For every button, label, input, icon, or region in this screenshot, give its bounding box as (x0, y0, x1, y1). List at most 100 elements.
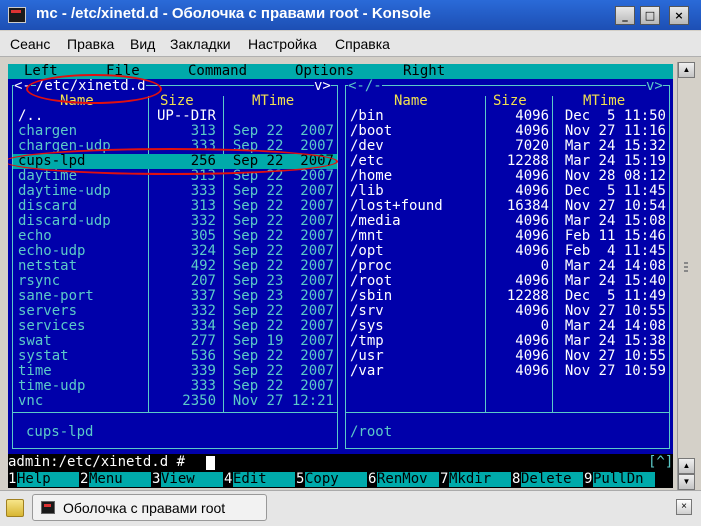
window-titlebar[interactable]: mc - /etc/xinetd.d - Оболочка с правами … (0, 0, 701, 30)
left-row-name[interactable]: systat (18, 349, 69, 364)
fkey-help-button[interactable]: Help (17, 472, 79, 487)
mc-menu-command[interactable]: Command (188, 64, 247, 79)
menu-settings[interactable]: Настройка (248, 36, 317, 52)
menubar: Сеанс Правка Вид Закладки Настройка Спра… (0, 31, 701, 57)
fkey-copy-button[interactable]: Copy (305, 472, 367, 487)
left-row-date: Sep 19 2007 (232, 333, 334, 349)
left-row-name[interactable]: /.. (18, 109, 43, 124)
right-row-name[interactable]: /etc (350, 154, 384, 169)
left-row-name[interactable]: netstat (18, 259, 77, 274)
left-row-name[interactable]: daytime-udp (18, 184, 111, 199)
left-row-date: Sep 22 2007 (232, 378, 334, 394)
left-row-name[interactable]: echo (18, 229, 52, 244)
left-row-name[interactable]: swat (18, 334, 52, 349)
fkey-view-button[interactable]: View (161, 472, 223, 487)
scroll-down-icon[interactable]: ▼ (678, 474, 695, 490)
left-row-name[interactable]: time-udp (18, 379, 85, 394)
cursor (206, 456, 215, 470)
mc-menu-right[interactable]: Right (403, 64, 445, 79)
right-row-name[interactable]: /media (350, 214, 401, 229)
fkey-number: 4 (224, 471, 233, 487)
maximize-button[interactable]: □ (640, 6, 660, 25)
right-row-date: Mar 24 14:08 (564, 258, 666, 274)
right-row-size: 16384 (506, 198, 549, 214)
left-row-size: 536 (190, 348, 216, 364)
left-row-name[interactable]: vnc (18, 394, 43, 409)
fkey-mkdir-button[interactable]: Mkdir (449, 472, 511, 487)
left-row-name[interactable]: discard-udp (18, 214, 111, 229)
right-row-date: Dec 5 11:50 (564, 108, 666, 124)
right-row-size: 12288 (506, 288, 549, 304)
left-row-name[interactable]: servers (18, 304, 77, 319)
terminal[interactable]: Left File Command Options Right <- /etc/… (8, 64, 673, 488)
right-row-size: 0 (540, 258, 549, 274)
right-row-name[interactable]: /root (350, 274, 392, 289)
right-row-name[interactable]: /tmp (350, 334, 384, 349)
terminal-scrollbar[interactable]: ▲ ▲ ▼ (677, 62, 695, 490)
menu-help[interactable]: Справка (335, 36, 390, 52)
right-row-name[interactable]: /dev (350, 139, 384, 154)
right-row-name[interactable]: /lib (350, 184, 384, 199)
command-prompt[interactable]: admin:/etc/xinetd.d # (8, 455, 185, 470)
menu-session[interactable]: Сеанс (10, 36, 50, 52)
right-row-name[interactable]: /proc (350, 259, 392, 274)
fkey-number: 8 (512, 471, 521, 487)
scroll-up-small-icon[interactable]: ▲ (678, 458, 695, 474)
left-header-mtime[interactable]: MTime (252, 94, 294, 109)
fkey-number: 7 (440, 471, 449, 487)
right-header-mtime[interactable]: MTime (583, 94, 625, 109)
right-header-size[interactable]: Size (493, 94, 527, 109)
menu-edit[interactable]: Правка (67, 36, 114, 52)
right-row-date: Dec 5 11:45 (564, 183, 666, 199)
left-row-name[interactable]: discard (18, 199, 77, 214)
fkey-delete-button[interactable]: Delete (521, 472, 583, 487)
left-row-date: Sep 22 2007 (232, 318, 334, 334)
history-hint[interactable]: [^] (648, 455, 673, 470)
left-row-size: 313 (190, 198, 216, 214)
right-path-suffix[interactable]: v> (646, 79, 663, 94)
right-row-name[interactable]: /bin (350, 109, 384, 124)
right-row-date: Nov 28 08:12 (564, 168, 666, 184)
right-row-name[interactable]: /var (350, 364, 384, 379)
fkey-edit-button[interactable]: Edit (233, 472, 295, 487)
right-row-size: 4096 (515, 183, 549, 199)
left-path-suffix[interactable]: v> (314, 79, 331, 94)
menu-bookmarks[interactable]: Закладки (170, 36, 231, 52)
left-row-name[interactable]: time (18, 364, 52, 379)
new-session-icon[interactable] (6, 499, 24, 517)
close-button[interactable]: × (669, 6, 689, 25)
menu-view[interactable]: Вид (130, 36, 155, 52)
left-row-date: Sep 22 2007 (232, 303, 334, 319)
left-row-name[interactable]: services (18, 319, 85, 334)
right-row-name[interactable]: /srv (350, 304, 384, 319)
right-row-size: 4096 (515, 273, 549, 289)
minimize-button[interactable]: _ (615, 6, 635, 25)
left-row-name[interactable]: sane-port (18, 289, 94, 304)
right-row-name[interactable]: /sbin (350, 289, 392, 304)
right-header-name[interactable]: Name (394, 94, 428, 109)
terminal-icon (41, 501, 55, 514)
scroll-up-icon[interactable]: ▲ (678, 62, 695, 78)
right-row-name[interactable]: /sys (350, 319, 384, 334)
left-row-name[interactable]: chargen (18, 124, 77, 139)
right-row-date: Mar 24 14:08 (564, 318, 666, 334)
right-row-name[interactable]: /home (350, 169, 392, 184)
left-header-size[interactable]: Size (160, 94, 194, 109)
left-row-size: 334 (190, 318, 216, 334)
left-row-date: Sep 22 2007 (232, 258, 334, 274)
left-row-name[interactable]: echo-udp (18, 244, 85, 259)
right-panel-path[interactable]: <-/- (348, 79, 382, 94)
right-row-name[interactable]: /usr (350, 349, 384, 364)
annotation-oval-cups-lpd (8, 148, 338, 175)
fkey-menu-button[interactable]: Menu (89, 472, 151, 487)
mc-menu-options[interactable]: Options (295, 64, 354, 79)
left-row-name[interactable]: rsync (18, 274, 60, 289)
close-session-icon[interactable]: × (676, 499, 692, 515)
fkey-pulldn-button[interactable]: PullDn (593, 472, 655, 487)
right-row-name[interactable]: /opt (350, 244, 384, 259)
session-tab[interactable]: Оболочка с правами root (32, 494, 267, 521)
fkey-renmov-button[interactable]: RenMov (377, 472, 439, 487)
right-row-name[interactable]: /mnt (350, 229, 384, 244)
right-row-name[interactable]: /boot (350, 124, 392, 139)
right-row-name[interactable]: /lost+found (350, 199, 443, 214)
